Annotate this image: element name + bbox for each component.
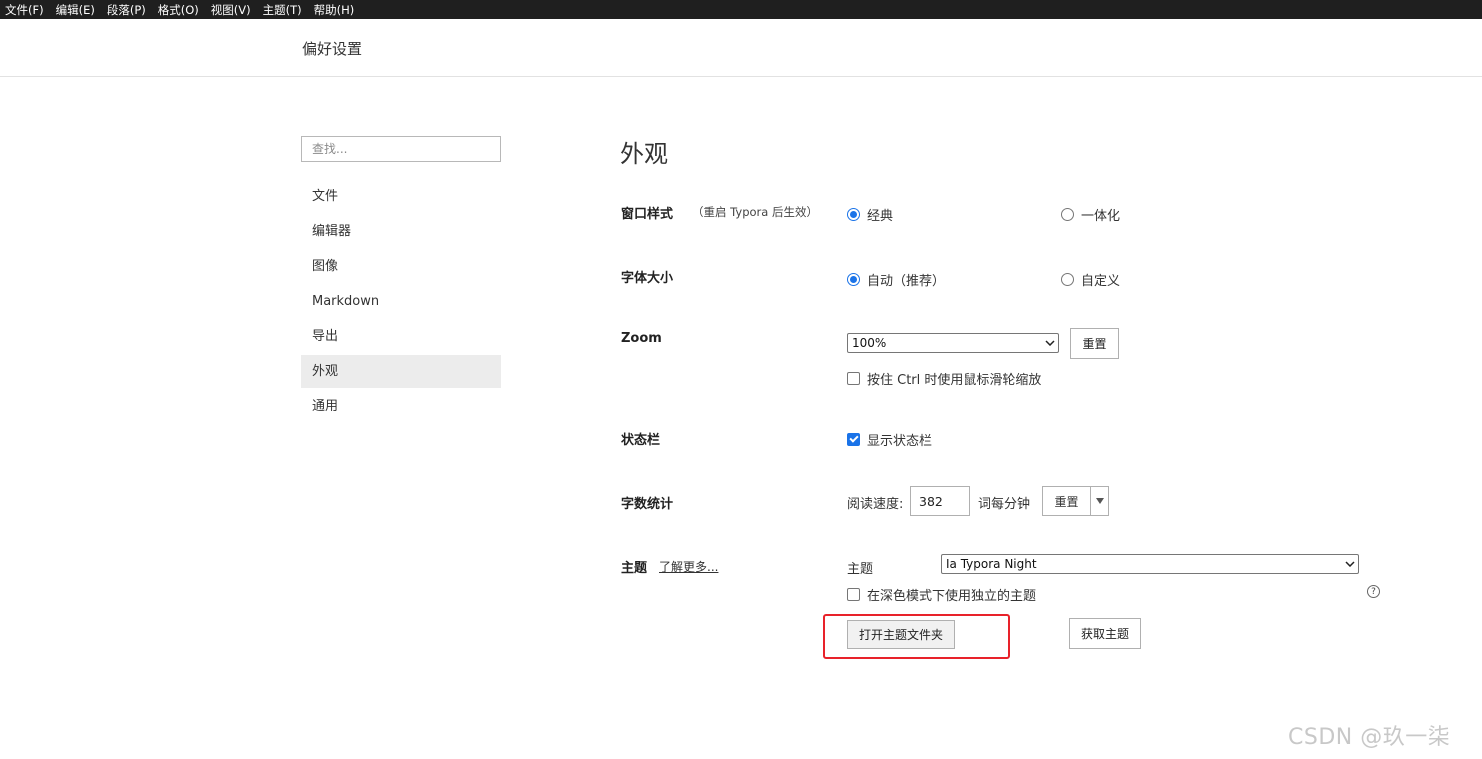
window-style-label: 窗口样式 <box>621 207 674 222</box>
reading-speed-unit: 词每分钟 <box>978 497 1031 512</box>
radio-auto-dot[interactable] <box>847 273 860 286</box>
menu-edit[interactable]: 编辑(E) <box>56 2 95 18</box>
sidebar-item-editor[interactable]: 编辑器 <box>301 215 501 248</box>
font-size-label: 字体大小 <box>621 271 674 286</box>
show-status-bar-box[interactable] <box>847 433 860 446</box>
zoom-label: Zoom <box>621 331 662 346</box>
sidebar-item-file[interactable]: 文件 <box>301 180 501 213</box>
menu-bar: 文件(F) 编辑(E) 段落(P) 格式(O) 视图(V) 主题(T) 帮助(H… <box>0 0 1482 19</box>
show-status-bar-label: 显示状态栏 <box>867 434 933 449</box>
dark-mode-theme-label: 在深色模式下使用独立的主题 <box>867 589 1037 604</box>
highlight-annotation-box <box>823 614 1010 659</box>
dark-mode-theme-checkbox[interactable]: 在深色模式下使用独立的主题 <box>847 585 1036 604</box>
chevron-down-icon <box>1042 334 1058 352</box>
word-count-reset-split-button: 重置 <box>1042 486 1109 516</box>
sidebar-item-appearance[interactable]: 外观 <box>301 355 501 388</box>
sidebar-item-image[interactable]: 图像 <box>301 250 501 283</box>
radio-unified-dot[interactable] <box>1061 208 1074 221</box>
preferences-header: 偏好设置 <box>0 19 1482 77</box>
csdn-watermark: CSDN @玖一柒 <box>1288 725 1451 750</box>
learn-more-link[interactable]: 了解更多... <box>659 558 718 575</box>
get-themes-button[interactable]: 获取主题 <box>1069 618 1141 649</box>
reading-speed-value: 382 <box>919 493 943 509</box>
radio-custom-label: 自定义 <box>1081 274 1121 289</box>
menu-paragraph[interactable]: 段落(P) <box>107 2 146 18</box>
search-input[interactable] <box>301 136 501 162</box>
ctrl-wheel-zoom-label: 按住 Ctrl 时使用鼠标滑轮缩放 <box>867 373 1042 388</box>
ctrl-wheel-zoom-box[interactable] <box>847 372 860 385</box>
zoom-select[interactable]: 100% <box>847 333 1059 353</box>
sidebar-nav: 文件 编辑器 图像 Markdown 导出 外观 通用 <box>301 180 501 425</box>
theme-select-value: Ia Typora Night <box>946 557 1037 571</box>
theme-select[interactable]: Ia Typora Night <box>941 554 1359 574</box>
radio-classic[interactable]: 经典 <box>847 205 893 224</box>
zoom-select-value: 100% <box>852 336 887 350</box>
radio-unified-label: 一体化 <box>1081 209 1121 224</box>
menu-file[interactable]: 文件(F) <box>5 2 44 18</box>
sidebar-item-markdown[interactable]: Markdown <box>301 285 501 318</box>
dark-mode-theme-box[interactable] <box>847 588 860 601</box>
radio-unified[interactable]: 一体化 <box>1061 205 1120 224</box>
caret-down-icon[interactable] <box>1090 487 1108 515</box>
menu-view[interactable]: 视图(V) <box>211 2 251 18</box>
radio-classic-label: 经典 <box>867 209 894 224</box>
menu-theme[interactable]: 主题(T) <box>263 2 302 18</box>
section-title: 外观 <box>620 140 668 168</box>
radio-classic-dot[interactable] <box>847 208 860 221</box>
sidebar-item-general[interactable]: 通用 <box>301 390 501 423</box>
theme-label: 主题 <box>621 561 648 576</box>
menu-help[interactable]: 帮助(H) <box>314 2 355 18</box>
page-title: 偏好设置 <box>302 40 363 58</box>
chevron-down-icon <box>1342 555 1358 573</box>
window-style-note: （重启 Typora 后生效） <box>692 205 818 219</box>
radio-auto[interactable]: 自动（推荐） <box>847 270 945 289</box>
zoom-reset-button[interactable]: 重置 <box>1070 328 1119 359</box>
show-status-bar-checkbox[interactable]: 显示状态栏 <box>847 430 932 449</box>
menu-format[interactable]: 格式(O) <box>158 2 199 18</box>
word-count-label: 字数统计 <box>621 497 674 512</box>
radio-custom-dot[interactable] <box>1061 273 1074 286</box>
ctrl-wheel-zoom-checkbox[interactable]: 按住 Ctrl 时使用鼠标滑轮缩放 <box>847 369 1041 388</box>
status-bar-label: 状态栏 <box>621 433 661 448</box>
word-count-reset-button[interactable]: 重置 <box>1043 487 1090 515</box>
radio-auto-label: 自动（推荐） <box>867 274 946 289</box>
radio-custom[interactable]: 自定义 <box>1061 270 1120 289</box>
sidebar-item-export[interactable]: 导出 <box>301 320 501 353</box>
reading-speed-label: 阅读速度: <box>847 497 904 512</box>
help-icon[interactable]: ? <box>1367 585 1380 598</box>
reading-speed-input[interactable]: 382 <box>910 486 970 516</box>
theme-select-label: 主题 <box>847 562 874 577</box>
